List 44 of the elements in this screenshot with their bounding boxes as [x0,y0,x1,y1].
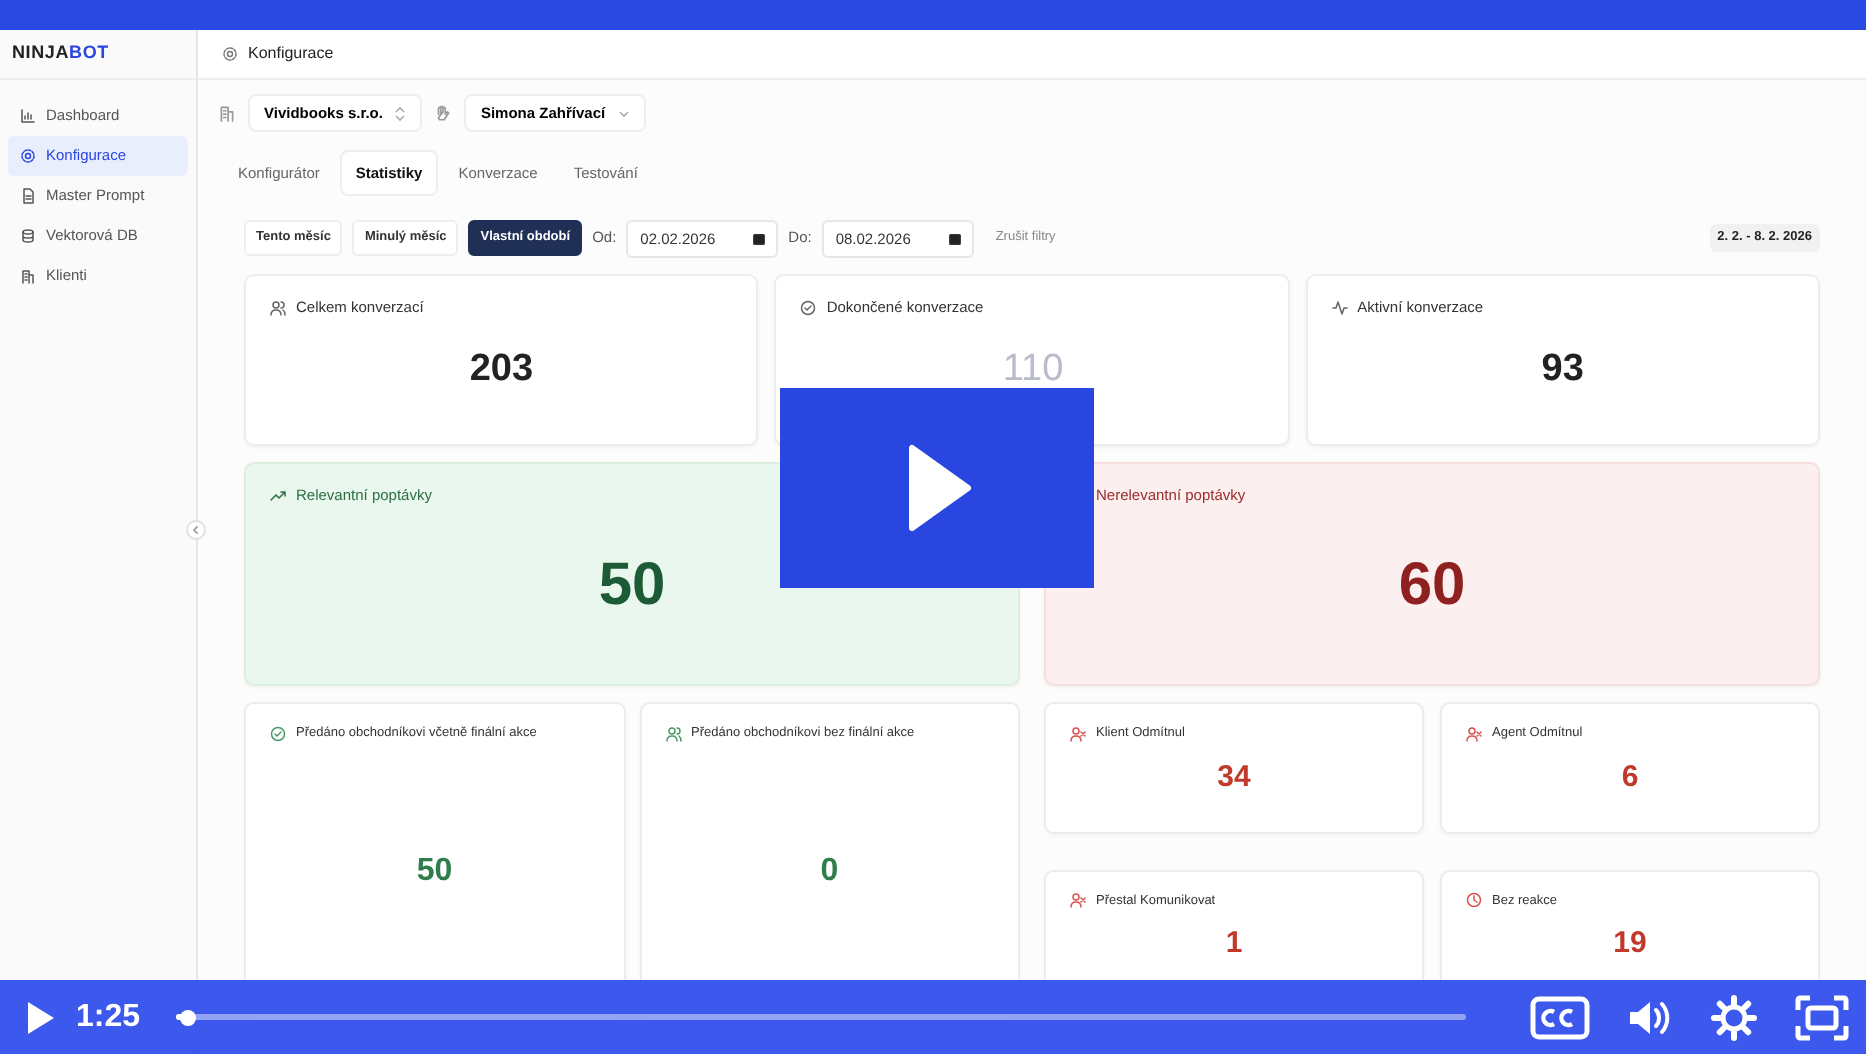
settings-icon[interactable] [1710,993,1758,1041]
play-icon [903,444,971,532]
hand-icon [434,104,453,122]
settings-icon [222,46,238,62]
stat-value: 6 [1619,757,1641,798]
settings-icon [20,148,36,164]
chevron-down-icon [617,107,630,119]
video-timestamp: 1:25 [76,997,141,1037]
stat-value: 1 [1223,924,1245,965]
trend-icon [270,487,286,504]
fullscreen-icon[interactable] [1794,993,1850,1041]
users-icon [665,725,681,742]
stat-value: 110 [1000,346,1066,395]
play-button[interactable] [24,999,56,1035]
pulse-icon [1331,299,1348,316]
stat-value: 60 [1396,550,1468,623]
progress-thumb[interactable] [180,1009,197,1025]
check-circle-icon [800,299,817,316]
stat-value: 19 [1611,924,1649,965]
building-icon [218,104,236,122]
stat-value: 50 [596,550,668,623]
check-circle-icon [270,725,286,742]
user-x-icon [1070,725,1086,742]
stat-value: 0 [818,851,841,892]
stat-value: 34 [1215,757,1253,798]
page-title: Konfigurace [248,42,334,66]
clock-icon [1466,892,1482,909]
play-button[interactable] [780,388,1094,588]
document-icon [20,188,36,204]
stat-value: 93 [1539,346,1586,395]
users-icon [270,299,286,316]
calendar-icon [752,231,767,245]
logo-text: NINJABOT [12,40,109,67]
captions-icon[interactable] [1530,995,1590,1039]
stat-value: 50 [414,851,455,892]
user-x-icon [1070,892,1086,909]
sort-icon [394,105,407,121]
stat-value: 203 [467,346,536,395]
database-icon [20,228,36,244]
progress-track[interactable] [176,1014,1466,1020]
building-icon [20,268,36,284]
calendar-icon [947,231,962,245]
user-x-icon [1466,725,1482,742]
bar-chart-icon [20,108,36,124]
